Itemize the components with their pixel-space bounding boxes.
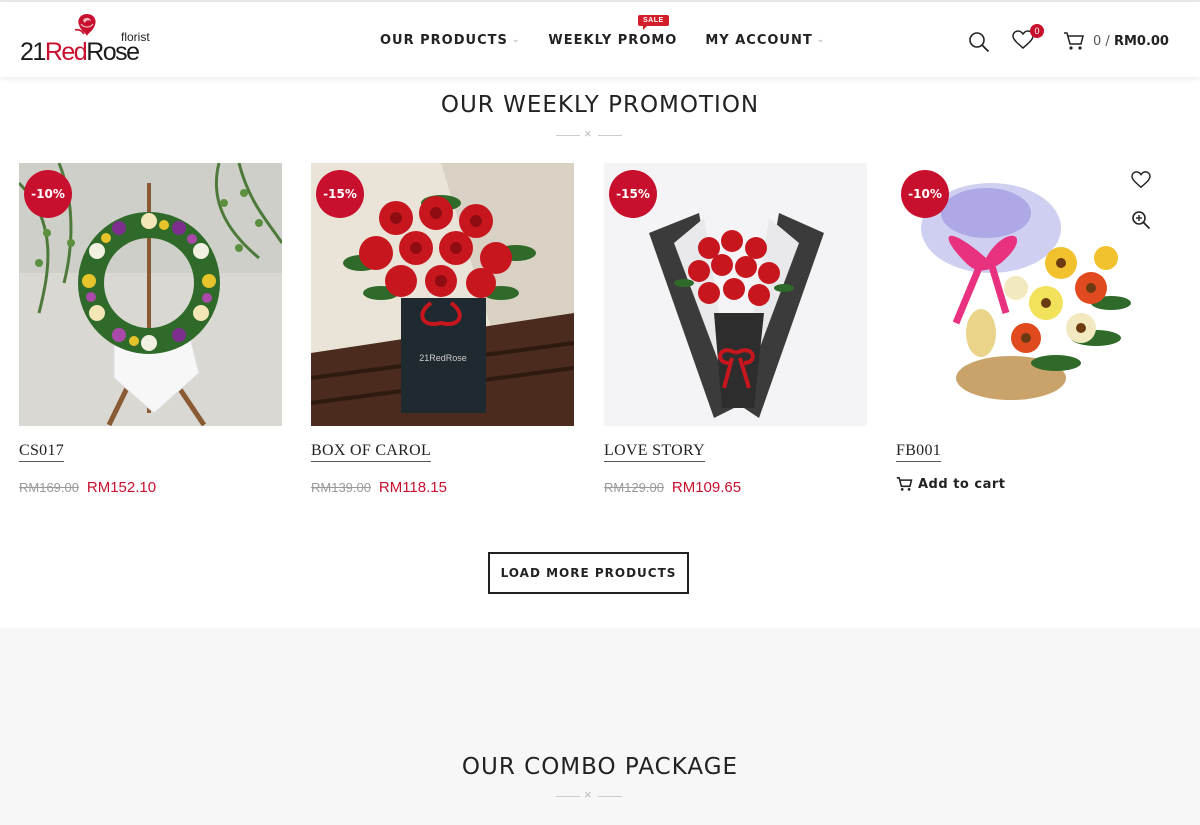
cart-total: RM0.00 <box>1113 33 1169 49</box>
quick-view-button[interactable] <box>1131 210 1151 235</box>
main-nav: OUR PRODUCTS ⌄ WEEKLY PROMO MY ACCOUNT ⌄… <box>380 15 853 52</box>
title-divider: × <box>556 787 622 802</box>
chevron-down-icon: ⌄ <box>511 35 521 45</box>
product-name[interactable]: CS017 <box>19 442 65 462</box>
cart-separator: / <box>1105 33 1110 49</box>
cart-summary: 0 / RM0.00 <box>1093 34 1169 49</box>
product-card: -15% LOVE STORY RM129.00 RM109.65 <box>604 163 867 496</box>
wishlist-count: 0 <box>1030 24 1044 38</box>
sale-price: RM152.10 <box>86 479 157 496</box>
nav-weekly-promo[interactable]: WEEKLY PROMO <box>548 33 677 48</box>
cart-icon <box>896 477 913 491</box>
original-price: RM169.00 <box>19 480 79 495</box>
rose-logo-icon <box>74 14 96 36</box>
wishlist-button[interactable]: 0 <box>1012 24 1044 55</box>
chevron-down-icon: ⌄ <box>816 35 826 45</box>
search-button[interactable] <box>968 31 990 58</box>
discount-badge: -15% <box>316 170 364 218</box>
search-icon <box>969 32 990 53</box>
weekly-promotion-title: OUR WEEKLY PROMOTION <box>440 92 760 118</box>
product-price: RM129.00 RM109.65 <box>604 479 867 496</box>
discount-badge: -15% <box>609 170 657 218</box>
product-card: 21RedRose -15% BOX OF CAROL RM139.00 RM1… <box>311 163 574 496</box>
logo-wordmark: 21RedRose <box>20 38 140 66</box>
site-logo[interactable]: florist 21RedRose <box>20 12 160 70</box>
site-header: florist 21RedRose OUR PRODUCTS ⌄ WEEKLY … <box>0 2 1200 77</box>
product-image-love-story[interactable]: -15% <box>604 163 867 426</box>
zoom-in-icon <box>1132 211 1151 230</box>
cart-button[interactable]: 0 / RM0.00 <box>1063 31 1169 51</box>
cart-count: 0 <box>1093 33 1102 49</box>
divider-x-icon: × <box>584 126 592 141</box>
sale-price: RM109.65 <box>671 479 742 496</box>
product-image-box-of-carol[interactable]: 21RedRose -15% <box>311 163 574 426</box>
svg-text:21RedRose: 21RedRose <box>419 353 467 363</box>
quick-actions <box>1131 171 1151 235</box>
nav-my-account[interactable]: MY ACCOUNT ⌄ <box>705 33 825 48</box>
discount-badge: -10% <box>901 170 949 218</box>
product-card: -10% CS017 RM169.00 RM152.10 <box>19 163 282 496</box>
sale-price: RM118.15 <box>378 479 447 496</box>
product-image-fb001[interactable]: -10% <box>896 163 1159 426</box>
product-card: -10% FB001 Add to cart <box>896 163 1159 492</box>
nav-label: MY ACCOUNT <box>705 32 813 48</box>
title-divider: × <box>556 126 622 141</box>
sale-badge: SALE <box>638 15 669 30</box>
add-to-wishlist-button[interactable] <box>1131 171 1151 194</box>
original-price: RM129.00 <box>604 480 664 495</box>
product-name[interactable]: BOX OF CAROL <box>311 442 432 462</box>
product-image-cs017[interactable]: -10% <box>19 163 282 426</box>
product-name[interactable]: FB001 <box>896 442 942 462</box>
heart-icon <box>1131 171 1151 189</box>
load-more-products-button[interactable]: LOAD MORE PRODUCTS <box>488 552 689 594</box>
divider-x-icon: × <box>584 787 592 802</box>
nav-our-products[interactable]: OUR PRODUCTS ⌄ <box>380 33 520 48</box>
nav-label: OUR PRODUCTS <box>380 32 508 48</box>
product-name[interactable]: LOVE STORY <box>604 442 705 462</box>
product-price: RM169.00 RM152.10 <box>19 479 282 496</box>
product-price: RM139.00 RM118.15 <box>311 479 574 496</box>
original-price: RM139.00 <box>311 480 371 495</box>
discount-badge: -10% <box>24 170 72 218</box>
nav-label: WEEKLY PROMO <box>548 32 678 48</box>
add-to-cart-button[interactable]: Add to cart <box>896 476 1159 492</box>
combo-package-title: OUR COMBO PACKAGE <box>461 754 739 780</box>
cart-icon <box>1064 32 1084 50</box>
add-to-cart-label: Add to cart <box>918 476 1006 492</box>
